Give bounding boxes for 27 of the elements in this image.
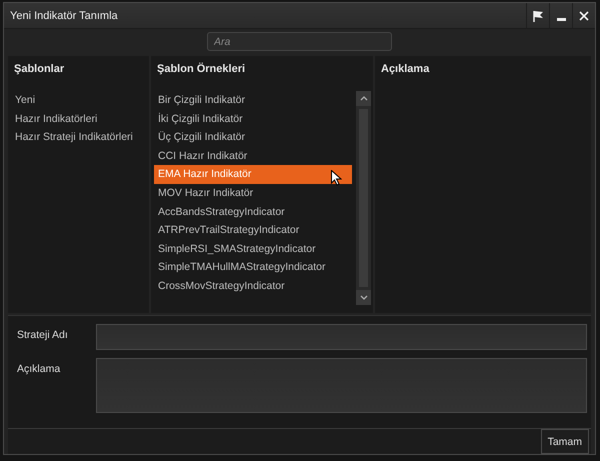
list-item[interactable]: MOV Hazır Indikatör [154,184,352,202]
list-item[interactable]: SimpleRSI_SMAStrategyIndicator [154,240,352,258]
field-label: Açıklama [16,362,62,378]
input-field[interactable] [96,324,587,350]
list-item[interactable]: Bir Çizgili Indikatör [154,90,352,110]
list-item[interactable]: Hazır Strateji Indikatörleri [11,128,147,147]
list-item[interactable]: CCI Hazır Indikatör [154,146,352,166]
scroll-down-icon[interactable] [360,295,368,300]
field-label: Strateji Adı [16,328,69,344]
ok-button[interactable]: Tamam [540,429,589,454]
list-item[interactable]: Yeni [11,90,147,110]
list-item[interactable]: AccBandsStrategyIndicator [154,202,352,222]
list-item[interactable]: Üç Çizgili Indikatör [154,128,352,147]
panel-heading: Şablon Örnekleri [156,62,246,77]
list-item[interactable]: İki Çizgili Indikatör [154,110,352,128]
panel-heading: Açıklama [380,62,430,77]
scroll-up-icon[interactable] [360,96,368,101]
flag-icon[interactable] [531,8,545,22]
list-item[interactable]: Hazır Indikatörleri [11,110,147,128]
cursor-icon [331,170,342,186]
list-item[interactable]: CrossMovStrategyIndicator [154,276,352,296]
close-icon[interactable] [577,8,591,22]
panel-heading: Şablonlar [13,62,66,77]
list-item[interactable]: SimpleTMAHullMAStrategyIndicator [154,258,352,277]
window-title: Yeni Indikatör Tanımla [9,10,119,22]
list-item[interactable]: ATRPrevTrailStrategyIndicator [154,221,352,240]
scrollbar[interactable] [356,90,371,306]
